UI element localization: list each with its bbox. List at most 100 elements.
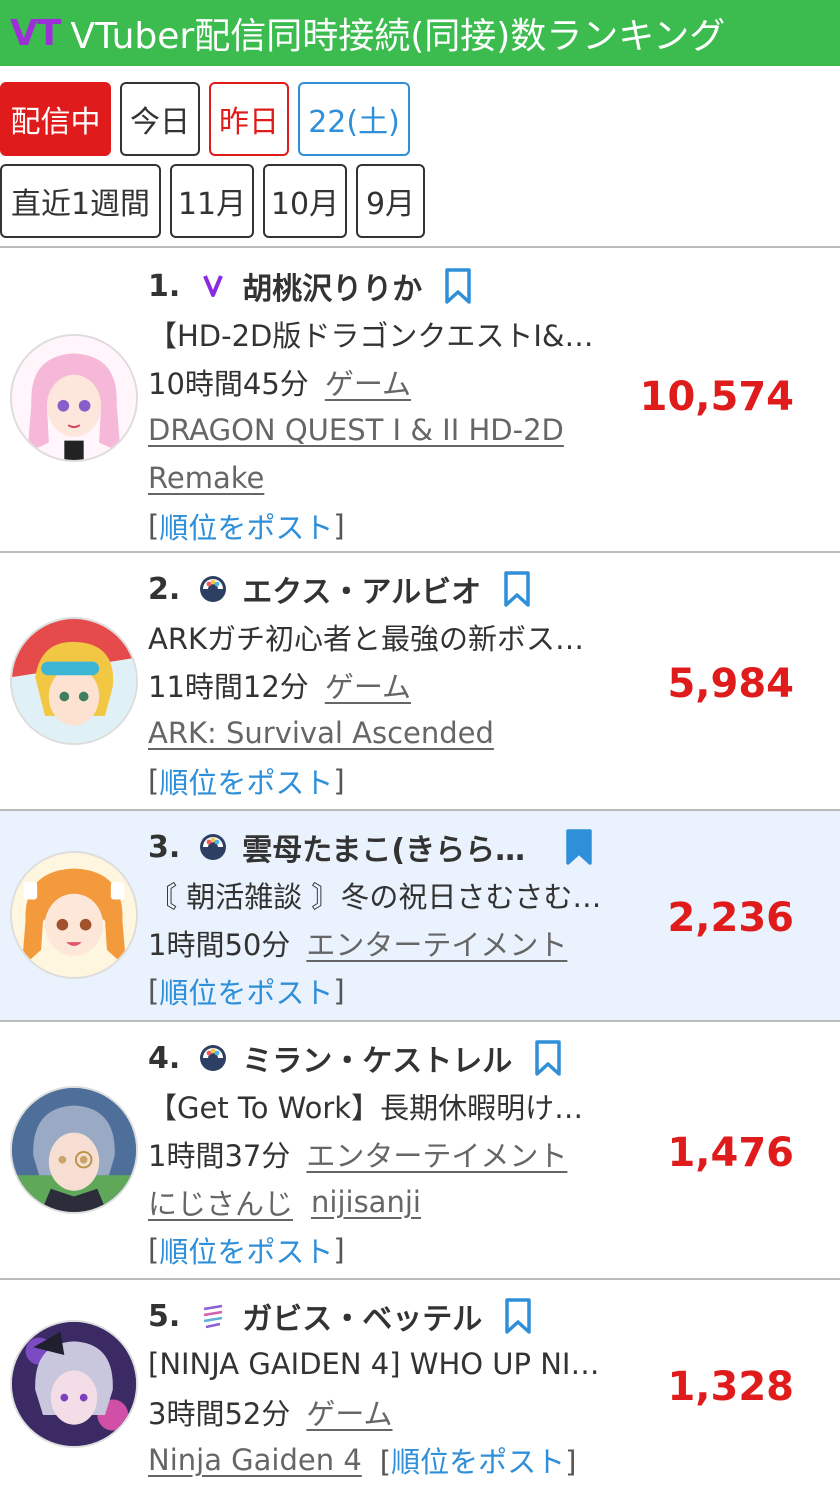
game-line: ARK: Survival Ascended bbox=[148, 709, 630, 757]
stream-title[interactable]: ARKガチ初心者と最強の新ボス… bbox=[148, 616, 584, 658]
filter-week-button[interactable]: 直近1週間 bbox=[0, 164, 161, 238]
ranking-list: 1. 胡桃沢りりか 【HD-2D版ドラゴンクエストI&… 10時間45分 ゲーム… bbox=[0, 246, 840, 1486]
item-info: 4. ミラン・ケストレル 【Get To Work】長期休暇明け… 1時間37分… bbox=[148, 1034, 630, 1274]
filter-november-button[interactable]: 11月 bbox=[170, 164, 254, 238]
stream-duration: 10時間45分 bbox=[148, 367, 309, 401]
viewer-count: 2,236 bbox=[667, 895, 794, 941]
filter-row-range: 直近1週間 11月 10月 9月 bbox=[0, 164, 425, 238]
stream-title[interactable]: 〘 朝活雑談 〙冬の祝日さむさむ… bbox=[148, 874, 601, 916]
item-info: 2. エクス・アルビオ ARKガチ初心者と最強の新ボス… 11時間12分 ゲーム… bbox=[148, 565, 630, 805]
filter-october-button[interactable]: 10月 bbox=[263, 164, 347, 238]
post-rank-link[interactable]: 順位をポスト bbox=[159, 505, 333, 547]
bookmark-icon[interactable] bbox=[534, 1039, 562, 1077]
ranking-item: 5. ガビス・ベッテル [NINJA GAIDEN 4] WHO UP NI… … bbox=[0, 1280, 840, 1486]
post-line: [順位をポスト] bbox=[148, 757, 630, 805]
category-link[interactable]: ゲーム bbox=[325, 361, 411, 403]
game-link[interactable]: Ninja Gaiden 4 bbox=[148, 1443, 362, 1477]
rank-number: 2. bbox=[148, 571, 181, 607]
avatar[interactable] bbox=[10, 851, 138, 979]
meta-line: 11時間12分 ゲーム bbox=[148, 661, 630, 709]
bookmark-icon[interactable] bbox=[504, 1297, 532, 1335]
meta-line: 10時間45分 ゲーム bbox=[148, 358, 630, 406]
rank-number: 1. bbox=[148, 268, 181, 304]
vtuber-name[interactable]: ミラン・ケストレル bbox=[242, 1036, 512, 1080]
avatar[interactable] bbox=[10, 1086, 138, 1214]
rank-number: 5. bbox=[148, 1298, 181, 1334]
vtuber-name[interactable]: 雲母たまこ(きらら… bbox=[242, 825, 525, 869]
avatar-image bbox=[12, 619, 136, 743]
vt-logo[interactable]: VT bbox=[10, 13, 61, 54]
name-line: 3. 雲母たまこ(きらら… bbox=[148, 823, 630, 871]
filter-today-button[interactable]: 今日 bbox=[120, 82, 200, 156]
ranking-item: 4. ミラン・ケストレル 【Get To Work】長期休暇明け… 1時間37分… bbox=[0, 1022, 840, 1280]
stream-title[interactable]: 【Get To Work】長期休暇明け… bbox=[148, 1085, 583, 1127]
filter-september-button[interactable]: 9月 bbox=[356, 164, 425, 238]
name-line: 4. ミラン・ケストレル bbox=[148, 1034, 630, 1082]
bookmark-icon[interactable] bbox=[503, 570, 531, 608]
avatar[interactable] bbox=[10, 334, 138, 462]
page-title[interactable]: VTuber配信同時接続(同接)数ランキング bbox=[70, 7, 725, 59]
post-line: [順位をポスト] bbox=[148, 502, 630, 550]
stream-title-line: 〘 朝活雑談 〙冬の祝日さむさむ… bbox=[148, 871, 630, 919]
tag-link[interactable]: にじさんじ bbox=[148, 1181, 293, 1223]
stream-duration: 3時間52分 bbox=[148, 1397, 291, 1431]
filter-yesterday-button[interactable]: 昨日 bbox=[209, 82, 289, 156]
vtuber-name[interactable]: ガビス・ベッテル bbox=[242, 1294, 482, 1338]
category-link[interactable]: エンターテイメント bbox=[306, 922, 567, 964]
filter-live-button[interactable]: 配信中 bbox=[0, 82, 111, 156]
meta-line: 3時間52分 ゲーム bbox=[148, 1388, 630, 1436]
post-line: [順位をポスト] bbox=[148, 967, 630, 1015]
viewer-count: 5,984 bbox=[667, 661, 794, 707]
post-line: [順位をポスト] bbox=[379, 1445, 577, 1479]
avatar[interactable] bbox=[10, 617, 138, 745]
post-line: [順位をポスト] bbox=[148, 1226, 630, 1274]
name-line: 5. ガビス・ベッテル bbox=[148, 1292, 630, 1340]
filter-date-button[interactable]: 22(土) bbox=[298, 82, 410, 156]
game-link[interactable]: ARK: Survival Ascended bbox=[148, 716, 494, 750]
post-rank-link[interactable]: 順位をポスト bbox=[159, 970, 333, 1012]
viewer-count: 10,574 bbox=[639, 374, 794, 420]
name-line: 2. エクス・アルビオ bbox=[148, 565, 630, 613]
stream-title-line: 【HD-2D版ドラゴンクエストI&… bbox=[148, 310, 630, 358]
avatar-image bbox=[12, 1322, 136, 1446]
post-rank-link[interactable]: 順位をポスト bbox=[159, 760, 333, 802]
game-line: Remake bbox=[148, 454, 630, 502]
tag-line: にじさんじ nijisanji bbox=[148, 1178, 630, 1226]
ranking-item: 3. 雲母たまこ(きらら… 〘 朝活雑談 〙冬の祝日さむさむ… 1時間50分 エ… bbox=[0, 811, 840, 1022]
app-header: VT VTuber配信同時接続(同接)数ランキング bbox=[0, 0, 840, 66]
vspo-icon bbox=[198, 1301, 228, 1331]
avatar[interactable] bbox=[10, 1320, 138, 1448]
stream-title-line: [NINJA GAIDEN 4] WHO UP NI… bbox=[148, 1340, 630, 1388]
nijisanji-icon bbox=[198, 1043, 228, 1073]
v-icon bbox=[198, 271, 228, 301]
category-link[interactable]: エンターテイメント bbox=[306, 1133, 567, 1175]
stream-title[interactable]: 【HD-2D版ドラゴンクエストI&… bbox=[148, 313, 594, 355]
game-link[interactable]: DRAGON QUEST I & II HD-2D bbox=[148, 413, 564, 447]
item-info: 5. ガビス・ベッテル [NINJA GAIDEN 4] WHO UP NI… … bbox=[148, 1292, 630, 1484]
stream-duration: 1時間50分 bbox=[148, 928, 291, 962]
viewer-count: 1,328 bbox=[667, 1364, 794, 1410]
vtuber-name[interactable]: 胡桃沢りりか bbox=[242, 264, 422, 308]
avatar-image bbox=[12, 1088, 136, 1212]
rank-number: 4. bbox=[148, 1040, 181, 1076]
avatar-image bbox=[12, 853, 136, 977]
post-rank-link[interactable]: 順位をポスト bbox=[159, 1229, 333, 1271]
game-link-continued[interactable]: Remake bbox=[148, 461, 264, 495]
ranking-item: 2. エクス・アルビオ ARKガチ初心者と最強の新ボス… 11時間12分 ゲーム… bbox=[0, 553, 840, 811]
game-line: DRAGON QUEST I & II HD-2D bbox=[148, 406, 630, 454]
viewer-count: 1,476 bbox=[667, 1130, 794, 1176]
stream-duration: 1時間37分 bbox=[148, 1139, 291, 1173]
category-link[interactable]: ゲーム bbox=[306, 1391, 392, 1433]
filter-row-period: 配信中 今日 昨日 22(土) bbox=[0, 82, 410, 156]
category-link[interactable]: ゲーム bbox=[325, 664, 411, 706]
vtuber-name[interactable]: エクス・アルビオ bbox=[242, 567, 481, 611]
bookmark-icon[interactable] bbox=[444, 267, 472, 305]
stream-title[interactable]: [NINJA GAIDEN 4] WHO UP NI… bbox=[148, 1347, 599, 1381]
bookmark-filled-icon[interactable] bbox=[565, 828, 593, 866]
meta-line: 1時間50分 エンターテイメント bbox=[148, 919, 630, 967]
rank-number: 3. bbox=[148, 829, 181, 865]
avatar-image bbox=[12, 336, 136, 460]
post-rank-link[interactable]: 順位をポスト bbox=[391, 1445, 565, 1479]
tag-link[interactable]: nijisanji bbox=[311, 1185, 421, 1219]
item-info: 1. 胡桃沢りりか 【HD-2D版ドラゴンクエストI&… 10時間45分 ゲーム… bbox=[148, 262, 630, 550]
